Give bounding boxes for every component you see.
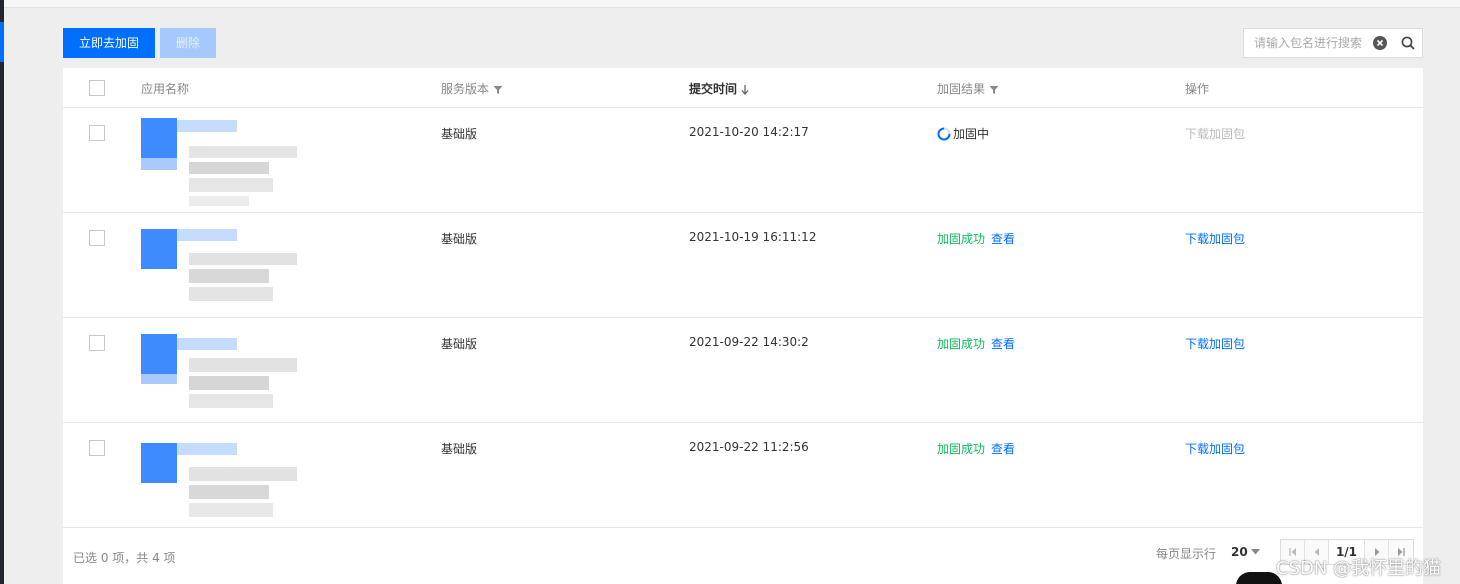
table-row: 基础版 2021-09-22 11:2:56 加固成功 查看 下载加固包 <box>63 423 1423 528</box>
app-table: 应用名称 服务版本 提交时间 加固结果 操作 基础版 2021-10-20 14… <box>63 68 1423 584</box>
delete-button[interactable]: 删除 <box>160 28 216 58</box>
col-version[interactable]: 服务版本 <box>441 80 503 97</box>
filter-icon[interactable] <box>493 85 503 95</box>
result-cell: 加固中 <box>937 125 989 142</box>
per-page-label: 每页显示行 <box>1156 547 1217 561</box>
table-row: 基础版 2021-09-22 14:30:2 加固成功 查看 下载加固包 <box>63 318 1423 423</box>
app-icon-blurred <box>141 433 297 525</box>
chevron-down-icon[interactable] <box>1251 549 1260 555</box>
table-header: 应用名称 服务版本 提交时间 加固结果 操作 <box>63 68 1423 108</box>
view-link[interactable]: 查看 <box>991 337 1015 351</box>
table-row: 基础版 2021-10-19 16:11:12 加固成功 查看 下载加固包 <box>63 213 1423 318</box>
table-row: 基础版 2021-10-20 14:2:17 加固中 下载加固包 <box>63 108 1423 213</box>
watermark-text: CSDN @我怀里的猫 <box>1276 558 1442 579</box>
row-checkbox[interactable] <box>89 335 105 351</box>
result-cell: 加固成功 查看 <box>937 440 1015 457</box>
submit-time-cell: 2021-09-22 14:30:2 <box>689 335 809 349</box>
select-all-checkbox[interactable] <box>89 80 105 96</box>
col-result[interactable]: 加固结果 <box>937 80 999 97</box>
download-link-disabled[interactable]: 下载加固包 <box>1185 125 1245 142</box>
status-success: 加固成功 <box>937 442 986 456</box>
view-link[interactable]: 查看 <box>991 232 1015 246</box>
version-cell: 基础版 <box>441 232 478 246</box>
search-icon[interactable] <box>1401 36 1415 50</box>
sort-desc-icon[interactable] <box>741 84 749 95</box>
app-icon-blurred <box>141 118 297 210</box>
left-sidebar-edge <box>0 0 4 584</box>
status-success: 加固成功 <box>937 337 986 351</box>
row-checkbox[interactable] <box>89 230 105 246</box>
download-link[interactable]: 下载加固包 <box>1185 440 1245 457</box>
selection-summary: 已选 0 项，共 4 项 <box>73 551 176 565</box>
loading-spinner-icon <box>937 127 951 141</box>
version-cell: 基础版 <box>441 127 478 141</box>
top-header-strip <box>4 0 1460 8</box>
per-page-select[interactable]: 20 <box>1231 545 1248 559</box>
submit-time-cell: 2021-10-19 16:11:12 <box>689 230 817 244</box>
start-harden-button[interactable]: 立即去加固 <box>63 28 155 58</box>
table-footer: 已选 0 项，共 4 项 每页显示行 20 1/1 <box>63 528 1423 584</box>
search-box <box>1243 28 1423 58</box>
app-icon-blurred <box>141 328 297 420</box>
version-cell: 基础版 <box>441 337 478 351</box>
status-success: 加固成功 <box>937 232 986 246</box>
submit-time-cell: 2021-09-22 11:2:56 <box>689 440 809 454</box>
result-cell: 加固成功 查看 <box>937 335 1015 352</box>
col-submit-time[interactable]: 提交时间 <box>689 80 749 97</box>
col-action: 操作 <box>1185 82 1210 96</box>
col-app-name: 应用名称 <box>141 82 190 96</box>
clear-icon[interactable] <box>1373 36 1387 50</box>
view-link[interactable]: 查看 <box>991 442 1015 456</box>
sidebar-active-indicator <box>0 22 4 62</box>
row-checkbox[interactable] <box>89 125 105 141</box>
result-cell: 加固成功 查看 <box>937 230 1015 247</box>
submit-time-cell: 2021-10-20 14:2:17 <box>689 125 809 139</box>
search-input[interactable] <box>1244 29 1372 57</box>
app-icon-blurred <box>141 223 297 315</box>
version-cell: 基础版 <box>441 442 478 456</box>
row-checkbox[interactable] <box>89 440 105 456</box>
download-link[interactable]: 下载加固包 <box>1185 335 1245 352</box>
download-link[interactable]: 下载加固包 <box>1185 230 1245 247</box>
filter-icon[interactable] <box>989 85 999 95</box>
